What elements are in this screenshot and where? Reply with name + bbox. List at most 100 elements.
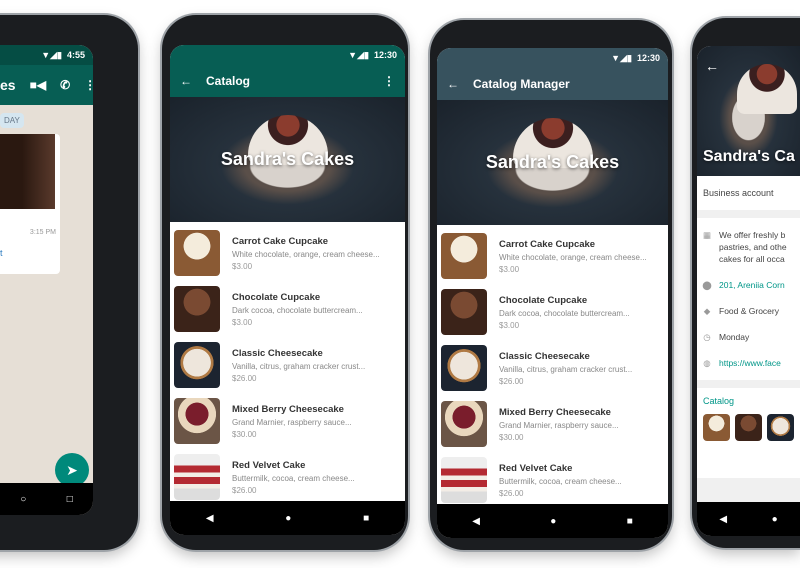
status-time: 12:30 [373, 50, 397, 60]
phone-catalog: ▼◢▮ 12:30 ← Catalog ⋮ Sandra's Cakes Carrot… [162, 15, 408, 550]
nav-recents-icon[interactable]: ■ [627, 516, 633, 527]
nav-recents-icon[interactable]: □ [67, 494, 73, 505]
product-price: $26.00 [232, 373, 257, 383]
catalog-item[interactable]: Classic Cheesecake Vanilla, citrus, graha… [170, 337, 405, 393]
catalog-item[interactable]: Chocolate Cupcake Dark cocoa, chocolate b… [437, 284, 668, 340]
business-hours[interactable]: Monday [719, 331, 749, 343]
product-price: $3.00 [232, 261, 253, 271]
product-image[interactable] [174, 342, 220, 388]
catalog-thumbnail[interactable] [735, 414, 762, 441]
catalog-item[interactable]: Mixed Berry Cheesecake Grand Marnier, ras… [170, 393, 405, 449]
phone-chat: ▼◢▮ 4:55 es ■◀ ✆ ⋮ DAY 3:15 PM t ➤ ○ □ [0, 15, 138, 550]
product-price: $30.00 [232, 429, 257, 439]
catalog-list: Carrot Cake Cupcake White chocolate, oran… [170, 222, 405, 505]
wifi-icon: ▼◢▮ [41, 49, 62, 60]
app-bar: ← Catalog Manager [437, 68, 668, 100]
clock-icon: ◷ [703, 332, 711, 342]
product-image[interactable] [441, 289, 487, 335]
message-time: 3:15 PM [29, 229, 56, 236]
business-name: Sandra's Ca [703, 148, 795, 165]
product-price: $26.00 [232, 485, 257, 495]
product-price: $26.00 [499, 376, 524, 386]
store-icon: ▦ [702, 230, 712, 240]
chat-screen: ▼◢▮ 4:55 es ■◀ ✆ ⋮ DAY 3:15 PM t ➤ ○ □ [0, 45, 93, 515]
business-name: Sandra's Cakes [485, 152, 620, 172]
product-description: Vanilla, citrus, graham cracker crust... [499, 364, 633, 374]
more-options-icon[interactable]: ⋮ [383, 74, 395, 88]
signal-icon: ▼◢▮ [611, 52, 632, 63]
product-price: $3.00 [499, 320, 520, 330]
catalog-section-label[interactable]: Catalog [703, 396, 794, 406]
screen-title: Catalog Manager [473, 77, 570, 91]
more-options-icon[interactable]: ⋮ [84, 78, 93, 92]
description-line: pastries, and othe [719, 242, 787, 252]
date-chip: DAY [0, 113, 24, 128]
back-arrow-icon[interactable]: ← [705, 58, 719, 74]
product-name: Red Velvet Cake [232, 459, 306, 471]
message-link[interactable]: t [0, 248, 60, 258]
product-name: Classic Cheesecake [232, 347, 323, 359]
back-arrow-icon[interactable]: ← [447, 77, 459, 91]
nav-recents-icon[interactable]: ■ [363, 513, 369, 524]
product-description: Buttermilk, cocoa, cream cheese... [232, 473, 355, 483]
catalog-item[interactable]: Mixed Berry Cheesecake Grand Marnier, ras… [437, 396, 668, 452]
status-bar: ▼◢▮ 12:30 [170, 45, 405, 65]
product-name: Carrot Cake Cupcake [499, 238, 596, 250]
product-image[interactable] [441, 233, 487, 279]
product-description: Vanilla, citrus, graham cracker crust... [232, 361, 366, 371]
nav-back-icon[interactable]: ◀ [206, 513, 214, 524]
nav-home-icon[interactable]: ○ [20, 494, 26, 505]
business-address[interactable]: 201, Areniia Corn [719, 279, 785, 291]
signal-icon: ▼◢▮ [348, 49, 369, 60]
chat-name[interactable]: es [0, 77, 16, 93]
product-price: $3.00 [499, 264, 520, 274]
catalog-item[interactable]: Carrot Cake Cupcake White chocolate, oran… [437, 228, 668, 284]
nav-home-icon[interactable]: ● [285, 513, 291, 524]
tag-icon: ◆ [703, 306, 711, 316]
product-name: Mixed Berry Cheesecake [232, 403, 344, 415]
product-name: Chocolate Cupcake [232, 291, 321, 303]
business-website[interactable]: https://www.face [719, 357, 781, 369]
product-image[interactable] [174, 454, 220, 500]
phone-call-icon[interactable]: ✆ [60, 78, 70, 92]
product-image[interactable] [174, 398, 220, 444]
catalog-item[interactable]: Chocolate Cupcake Dark cocoa, chocolate b… [170, 281, 405, 337]
catalog-item[interactable]: Classic Cheesecake Vanilla, citrus, graha… [437, 340, 668, 396]
catalog-item[interactable]: Carrot Cake Cupcake White chocolate, oran… [170, 225, 405, 281]
description-line: cakes for all occa [719, 254, 785, 264]
product-image[interactable] [174, 230, 220, 276]
send-button[interactable]: ➤ [55, 453, 89, 487]
product-description: Grand Marnier, raspberry sauce... [232, 417, 352, 427]
nav-home-icon[interactable]: ● [772, 514, 778, 525]
cake-image[interactable] [0, 134, 55, 209]
image-message[interactable]: 3:15 PM t [0, 134, 60, 274]
product-description: Dark cocoa, chocolate buttercream... [232, 305, 363, 315]
product-description: White chocolate, orange, cream cheese... [499, 252, 647, 262]
product-description: Buttermilk, cocoa, cream cheese... [499, 476, 622, 486]
location-pin-icon: ⬤ [702, 280, 712, 290]
catalog-screen: ▼◢▮ 12:30 ← Catalog ⋮ Sandra's Cakes Carrot… [170, 45, 405, 535]
nav-home-icon[interactable]: ● [550, 516, 556, 527]
back-arrow-icon[interactable]: ← [180, 74, 192, 88]
catalog-hero: Sandra's Cakes [437, 100, 668, 225]
catalog-manager-screen: ▼◢▮ 12:30 ← Catalog Manager Sandra's Cakes… [437, 48, 668, 538]
catalog-item[interactable]: Red Velvet Cake Buttermilk, cocoa, cream … [170, 449, 405, 505]
product-name: Carrot Cake Cupcake [232, 235, 329, 247]
product-image[interactable] [174, 286, 220, 332]
nav-back-icon[interactable]: ◀ [472, 516, 480, 527]
product-name: Red Velvet Cake [499, 462, 573, 474]
product-image[interactable] [441, 401, 487, 447]
product-name: Classic Cheesecake [499, 350, 590, 362]
product-image[interactable] [441, 457, 487, 503]
product-price: $26.00 [499, 488, 524, 498]
product-name: Chocolate Cupcake [499, 294, 588, 306]
product-image[interactable] [441, 345, 487, 391]
catalog-thumbnail[interactable] [767, 414, 794, 441]
catalog-item[interactable]: Red Velvet Cake Buttermilk, cocoa, cream … [437, 452, 668, 508]
nav-back-icon[interactable]: ◀ [719, 514, 727, 525]
profile-screen: ← Sandra's Ca Business account ▦ We offer… [697, 46, 800, 536]
catalog-thumbnail[interactable] [703, 414, 730, 441]
video-call-icon[interactable]: ■◀ [30, 78, 46, 92]
status-time: 4:55 [66, 50, 85, 60]
product-description: Grand Marnier, raspberry sauce... [499, 420, 619, 430]
